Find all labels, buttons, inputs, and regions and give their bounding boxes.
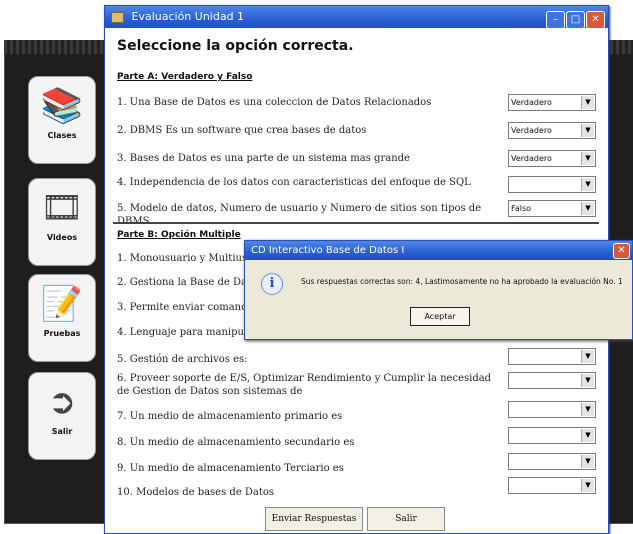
maximize-button[interactable]: □ — [566, 11, 585, 29]
select-value — [509, 376, 511, 385]
sidebar-item-videos[interactable]: 🎞 Videos — [28, 178, 96, 266]
dropdown-arrow-icon[interactable]: ▼ — [581, 96, 594, 109]
dialog-titlebar[interactable]: CD Interactivo Base de Datos I ✕ — [245, 241, 632, 260]
result-dialog: CD Interactivo Base de Datos I ✕ i Sus r… — [244, 240, 633, 340]
part-b-title: Parte B: Opción Multiple — [117, 230, 241, 240]
question-a3: 3. Bases de Datos es una parte de un sis… — [117, 153, 410, 164]
dropdown-arrow-icon[interactable]: ▼ — [581, 479, 594, 492]
select-value — [509, 180, 511, 189]
select-value: Falso — [511, 204, 532, 213]
sidebar-item-label: Salir — [51, 427, 73, 436]
dropdown-arrow-icon[interactable]: ▼ — [581, 403, 594, 416]
books-icon: 📚 — [40, 86, 84, 126]
select-value — [509, 431, 511, 440]
dropdown-arrow-icon[interactable]: ▼ — [581, 152, 594, 165]
answer-select-a4[interactable]: ▼ — [508, 176, 596, 193]
sidebar-item-label: Clases — [47, 131, 77, 140]
select-value — [509, 457, 511, 466]
answer-select-b8[interactable]: ▼ — [508, 427, 596, 444]
submit-answers-button[interactable]: Enviar Respuestas — [265, 507, 363, 531]
question-b9: 9. Un medio de almacenamiento Terciario … — [117, 463, 344, 474]
answer-select-b7[interactable]: ▼ — [508, 401, 596, 418]
select-value: Verdadero — [511, 126, 552, 135]
section-divider — [113, 222, 599, 224]
dropdown-arrow-icon[interactable]: ▼ — [581, 429, 594, 442]
question-b10: 10. Modelos de bases de Datos — [117, 487, 275, 498]
dialog-close-button[interactable]: ✕ — [613, 243, 630, 259]
answer-select-a5[interactable]: Falso ▼ — [508, 200, 596, 217]
dropdown-arrow-icon[interactable]: ▼ — [581, 350, 594, 363]
dropdown-arrow-icon[interactable]: ▼ — [581, 178, 594, 191]
film-reel-icon: 🎞 — [40, 188, 84, 228]
ok-button[interactable]: Aceptar — [410, 307, 470, 326]
select-value — [509, 481, 511, 490]
question-a5: 5. Modelo de datos, Numero de usuario y … — [117, 203, 482, 227]
page-heading: Seleccione la opción correcta. — [117, 38, 354, 54]
dialog-title: CD Interactivo Base de Datos I — [251, 245, 405, 256]
sidebar-item-clases[interactable]: 📚 Clases — [28, 76, 96, 164]
question-b8: 8. Un medio de almacenamiento secundario… — [117, 437, 355, 448]
exit-button[interactable]: Salir — [367, 507, 445, 531]
answer-select-b9[interactable]: ▼ — [508, 453, 596, 470]
info-icon: i — [261, 273, 283, 295]
select-value — [509, 352, 511, 361]
sidebar-item-label: Pruebas — [43, 329, 81, 338]
answer-select-a2[interactable]: Verdadero ▼ — [508, 122, 596, 139]
dialog-message: Sus respuestas correctas son: 4, Lastimo… — [301, 277, 623, 286]
close-button[interactable]: ✕ — [586, 11, 605, 29]
window-title: Evaluación Unidad 1 — [131, 10, 245, 23]
window-icon — [111, 11, 124, 23]
question-a2: 2. DBMS Es un software que crea bases de… — [117, 125, 367, 136]
select-value: Verdadero — [511, 154, 552, 163]
question-b6: 6. Proveer soporte de E/S, Optimizar Ren… — [117, 373, 492, 397]
sidebar-item-label: Videos — [46, 233, 78, 242]
question-b7: 7. Un medio de almacenamiento primario e… — [117, 411, 343, 422]
answer-select-b5[interactable]: ▼ — [508, 348, 596, 365]
answer-select-a3[interactable]: Verdadero ▼ — [508, 150, 596, 167]
dropdown-arrow-icon[interactable]: ▼ — [581, 124, 594, 137]
minimize-button[interactable]: – — [546, 11, 565, 29]
select-value — [509, 405, 511, 414]
part-a-title: Parte A: Verdadero y Falso — [117, 72, 253, 82]
question-b5: 5. Gestión de archivos es: — [117, 354, 248, 365]
sidebar-item-salir[interactable]: ➲ Salir — [28, 372, 96, 460]
dropdown-arrow-icon[interactable]: ▼ — [581, 455, 594, 468]
answer-select-b6[interactable]: ▼ — [508, 372, 596, 389]
answer-select-b10[interactable]: ▼ — [508, 477, 596, 494]
dropdown-arrow-icon[interactable]: ▼ — [581, 202, 594, 215]
sidebar-item-pruebas[interactable]: 📝 Pruebas — [28, 274, 96, 362]
question-a4: 4. Independencia de los datos con caract… — [117, 177, 471, 188]
notebook-pen-icon: 📝 — [40, 284, 84, 324]
answer-select-a1[interactable]: Verdadero ▼ — [508, 94, 596, 111]
dropdown-arrow-icon[interactable]: ▼ — [581, 374, 594, 387]
exit-arrow-icon: ➲ — [47, 382, 77, 422]
window-titlebar[interactable]: Evaluación Unidad 1 – □ ✕ — [105, 6, 608, 29]
question-a1: 1. Una Base de Datos es una coleccion de… — [117, 97, 432, 108]
select-value: Verdadero — [511, 98, 552, 107]
